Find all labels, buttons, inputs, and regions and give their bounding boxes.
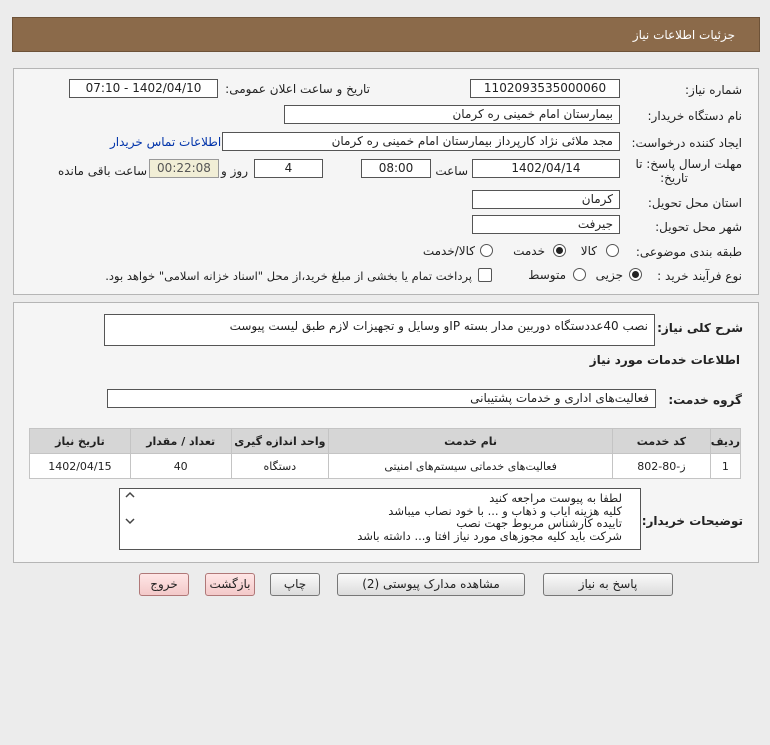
page-title: جزئیات اطلاعات نیاز bbox=[632, 28, 735, 42]
category-radio-both[interactable] bbox=[480, 244, 493, 257]
cell-quantity: 40 bbox=[129, 453, 232, 479]
view-attachments-button[interactable]: مشاهده مدارک پیوستی (2) bbox=[337, 573, 525, 596]
process-radio-minor[interactable] bbox=[629, 268, 642, 281]
category-label: طبقه بندی موضوعی: bbox=[635, 245, 742, 259]
deadline-label-date: تاریخ: bbox=[660, 171, 688, 185]
service-group-label: گروه خدمت: bbox=[668, 393, 742, 407]
buyer-org-field: بیمارستان امام خمینی ره کرمان bbox=[284, 105, 620, 124]
process-label: نوع فرآیند خرید : bbox=[657, 269, 742, 283]
col-header-name: نام خدمت bbox=[328, 428, 614, 454]
description-label: شرح کلی نیاز: bbox=[657, 321, 743, 335]
exit-button[interactable]: خروج bbox=[139, 573, 189, 596]
deadline-time-field: 08:00 bbox=[361, 159, 431, 178]
col-header-code: کد خدمت bbox=[612, 428, 711, 454]
scroll-down-icon bbox=[125, 518, 135, 525]
col-header-quantity: تعداد / مقدار bbox=[129, 428, 232, 454]
announce-label: تاریخ و ساعت اعلان عمومی: bbox=[225, 82, 370, 96]
category-radio-service[interactable] bbox=[553, 244, 566, 257]
deadline-date-field: 1402/04/14 bbox=[472, 159, 620, 178]
remaining-label: ساعت باقی مانده bbox=[57, 164, 147, 178]
buyer-notes-label: توضیحات خریدار: bbox=[641, 514, 743, 528]
process-radio-medium[interactable] bbox=[573, 268, 586, 281]
buyer-org-label: نام دستگاه خریدار: bbox=[647, 109, 743, 123]
need-number-field: 1102093535000060 bbox=[470, 79, 620, 98]
days-label: روز و bbox=[221, 164, 248, 178]
col-header-row: ردیف bbox=[709, 428, 742, 454]
table-row: 1 ز-80-802 فعالیت‌های خدماتی سیستم‌های ا… bbox=[29, 453, 742, 479]
treasury-payment-note: پرداخت تمام یا بخشی از مبلغ خرید،از محل … bbox=[105, 269, 472, 283]
category-option-both: کالا/خدمت bbox=[422, 244, 475, 258]
services-section-title: اطلاعات خدمات مورد نیاز bbox=[589, 353, 740, 367]
province-label: استان محل تحویل: bbox=[647, 196, 742, 210]
deadline-label: مهلت ارسال پاسخ: تا bbox=[635, 157, 742, 171]
announce-datetime-field: 1402/04/10 - 07:10 bbox=[69, 79, 218, 98]
treasury-payment-checkbox[interactable] bbox=[478, 268, 492, 282]
notes-scrollbar[interactable] bbox=[124, 489, 136, 549]
process-option-medium: متوسط bbox=[528, 268, 566, 282]
requester-label: ایجاد کننده درخواست: bbox=[631, 136, 742, 150]
city-label: شهر محل تحویل: bbox=[655, 220, 742, 234]
cell-service-code: ز-80-802 bbox=[612, 453, 711, 479]
need-info-panel bbox=[13, 68, 759, 295]
col-header-date: تاریخ نیاز bbox=[29, 428, 131, 454]
category-option-service: خدمت bbox=[513, 244, 545, 258]
buyer-note-line: لطفا به پیوست مراجعه کنید bbox=[489, 491, 622, 505]
buyer-note-line: شرکت باید کلیه مجوزهای مورد نیاز افتا و.… bbox=[357, 529, 622, 544]
page-header: جزئیات اطلاعات نیاز bbox=[12, 17, 760, 52]
deadline-time-label: ساعت bbox=[435, 164, 468, 178]
print-button[interactable]: چاپ bbox=[270, 573, 320, 596]
cell-unit: دستگاه bbox=[230, 453, 330, 479]
col-header-unit: واحد اندازه گیری bbox=[230, 428, 330, 454]
cell-service-name: فعالیت‌های خدماتی سیستم‌های امنیتی bbox=[328, 453, 614, 479]
cell-need-date: 1402/04/15 bbox=[29, 453, 131, 479]
requester-field: مجد ملائی نژاد کارپرداز بیمارستان امام خ… bbox=[222, 132, 620, 151]
city-field: جیرفت bbox=[472, 215, 620, 234]
description-field: نصب 40عددستگاه دوربین مدار بسته IPو وسای… bbox=[104, 314, 655, 346]
need-number-label: شماره نیاز: bbox=[685, 83, 742, 97]
buyer-notes-textarea[interactable]: لطفا به پیوست مراجعه کنید کلیه هزینه ایا… bbox=[119, 488, 641, 550]
services-table-header: ردیف کد خدمت نام خدمت واحد اندازه گیری ت… bbox=[29, 428, 742, 454]
process-option-minor: جزیی bbox=[595, 268, 623, 282]
cell-row-number: 1 bbox=[709, 453, 742, 479]
respond-button[interactable]: پاسخ به نیاز bbox=[543, 573, 673, 596]
services-table: ردیف کد خدمت نام خدمت واحد اندازه گیری ت… bbox=[29, 428, 742, 479]
remaining-time-field: 00:22:08 bbox=[149, 159, 219, 178]
service-group-field: فعالیت‌های اداری و خدمات پشتیبانی bbox=[107, 389, 656, 408]
category-radio-goods[interactable] bbox=[606, 244, 619, 257]
scroll-up-icon bbox=[125, 491, 135, 498]
category-option-goods: کالا bbox=[580, 244, 597, 258]
back-button[interactable]: بازگشت bbox=[205, 573, 255, 596]
buyer-contact-link[interactable]: اطلاعات تماس خریدار bbox=[110, 135, 221, 149]
province-field: کرمان bbox=[472, 190, 620, 209]
days-field: 4 bbox=[254, 159, 323, 178]
